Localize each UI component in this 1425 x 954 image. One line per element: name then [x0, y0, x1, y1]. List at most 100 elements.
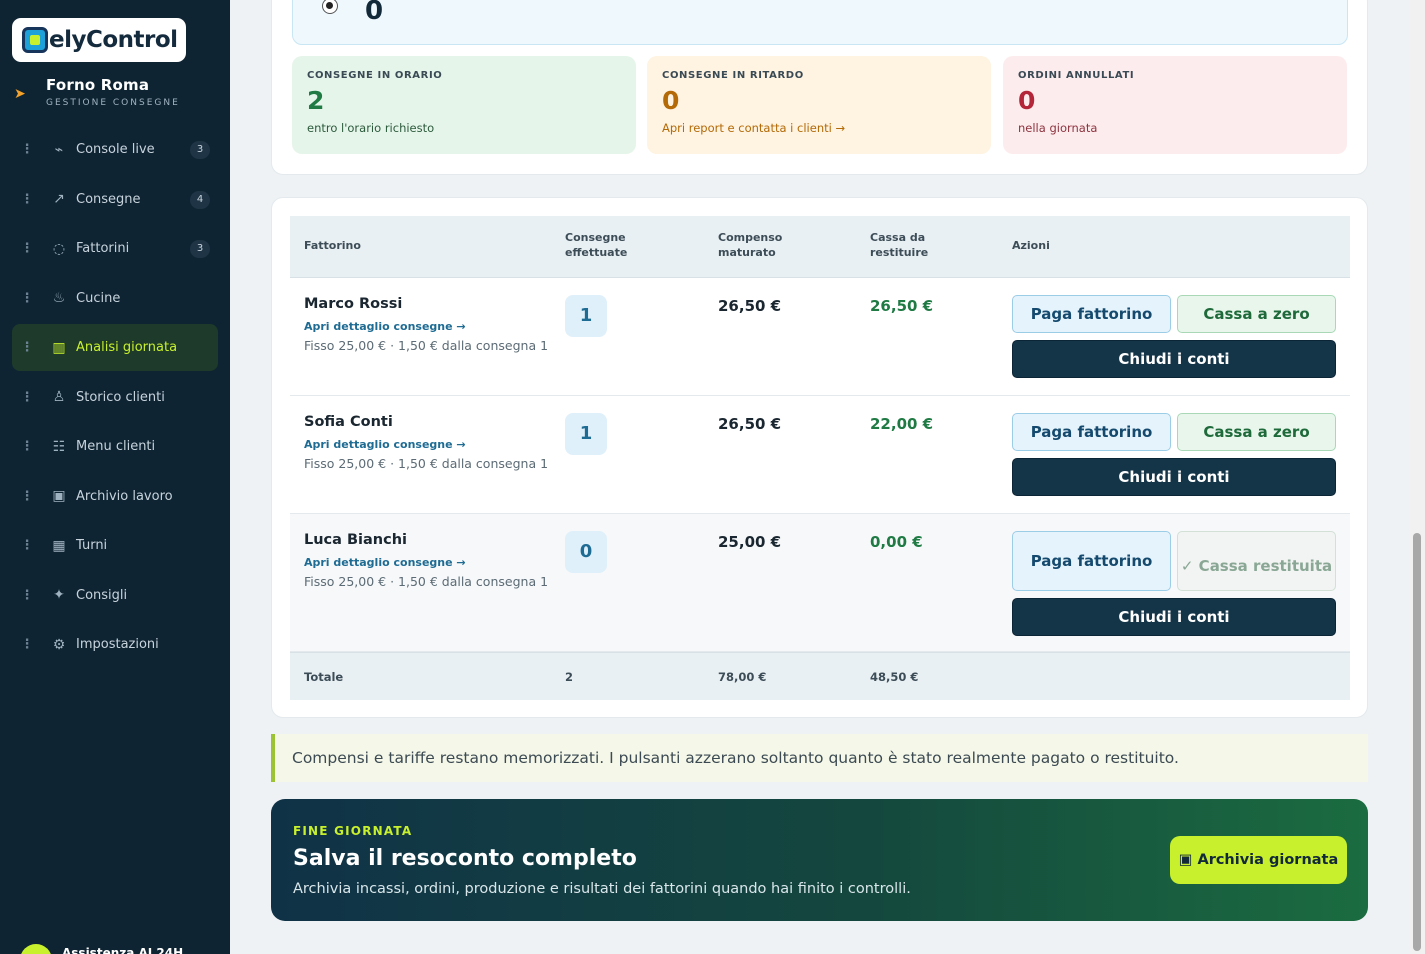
rider-name: Luca Bianchi — [304, 532, 408, 548]
sidebar-item-consigli[interactable]: ⋮ ✦ Consigli — [12, 572, 218, 619]
app-logo[interactable]: elyControl — [12, 18, 186, 62]
assistant-label: Assistenza AI 24H — [62, 946, 184, 954]
sidebar-item-archivio-lavoro[interactable]: ⋮ ▣ Archivio lavoro — [12, 473, 218, 520]
deliveries-count: 1 — [565, 295, 607, 337]
person-icon: ♙ — [52, 389, 66, 405]
assistant-avatar — [20, 944, 52, 954]
reset-cash-button[interactable]: Cassa a zero — [1177, 295, 1336, 333]
drag-handle-icon[interactable]: ⋮ — [12, 588, 42, 603]
close-accounts-button[interactable]: Chiudi i conti — [1012, 340, 1336, 378]
cash-value: 26,50 € — [870, 297, 934, 315]
drag-handle-icon[interactable]: ⋮ — [12, 241, 42, 256]
stat-value: 0 — [1018, 86, 1036, 115]
table-header: Fattorino Consegne effettuate Compenso m… — [290, 216, 1350, 278]
delivery-detail-link[interactable]: Apri dettaglio consegne → — [304, 438, 466, 451]
sidebar-item-storico-clienti[interactable]: ⋮ ♙ Storico clienti — [12, 374, 218, 421]
drag-handle-icon[interactable]: ⋮ — [12, 489, 42, 504]
total-compensation: 78,00 € — [718, 670, 767, 684]
stat-late: CONSEGNE IN RITARDO 0 Apri report e cont… — [647, 56, 991, 154]
drag-handle-icon[interactable]: ⋮ — [12, 637, 42, 652]
open-report-link[interactable]: Apri report e contatta i clienti → — [662, 121, 976, 135]
pay-rider-button[interactable]: Paga fattorino — [1012, 531, 1171, 591]
drag-handle-icon[interactable]: ⋮ — [12, 142, 42, 157]
total-deliveries: 2 — [565, 670, 574, 684]
drag-handle-icon[interactable]: ⋮ — [12, 390, 42, 405]
banner-title: Salva il resoconto completo — [293, 846, 637, 871]
sidebar-item-console-live[interactable]: ⋮ ⌁ Console live 3 — [12, 126, 218, 173]
sidebar: elyControl ➤ Forno Roma GESTIONE CONSEGN… — [0, 0, 230, 954]
sidebar-item-label: Archivio lavoro — [76, 488, 173, 504]
stat-cancelled: ORDINI ANNULLATI 0 nella giornata — [1003, 56, 1347, 154]
close-accounts-button[interactable]: Chiudi i conti — [1012, 598, 1336, 636]
columns-chart-icon: ▥ — [52, 339, 66, 356]
compensation-value: 26,50 € — [718, 415, 782, 433]
drag-handle-icon[interactable]: ⋮ — [12, 340, 42, 355]
sidebar-item-analisi-giornata[interactable]: ⋮ ▥ Analisi giornata — [12, 324, 218, 371]
cash-value: 0,00 € — [870, 533, 923, 551]
sidebar-item-turni[interactable]: ⋮ ▦ Turni — [12, 522, 218, 569]
sidebar-item-fattorini[interactable]: ⋮ ◌ Fattorini 3 — [12, 225, 218, 272]
rider-icon: ◌ — [52, 240, 66, 257]
close-accounts-button[interactable]: Chiudi i conti — [1012, 458, 1336, 496]
scrollbar-thumb[interactable] — [1413, 533, 1421, 951]
count-badge: 3 — [190, 141, 210, 159]
deliveries-count: 1 — [565, 413, 607, 455]
store-name: Forno Roma — [46, 76, 150, 94]
header-consegne: Consegne effettuate — [565, 231, 628, 259]
sidebar-item-label: Menu clienti — [76, 439, 156, 454]
logo-text: elyControl — [49, 27, 178, 53]
header-cassa: Cassa da restituire — [870, 231, 929, 259]
list-icon: ☷ — [52, 438, 66, 455]
compensation-value: 25,00 € — [718, 533, 782, 551]
stat-title: CONSEGNE IN RITARDO — [662, 70, 804, 81]
sidebar-item-label: Consigli — [76, 587, 128, 603]
reset-cash-button[interactable]: Cassa a zero — [1177, 413, 1336, 451]
fee-description: Fisso 25,00 € · 1,50 € dalla consegna 1 — [304, 338, 549, 353]
header-azioni: Azioni — [1012, 239, 1050, 252]
sidebar-item-consegne[interactable]: ⋮ ↗ Consegne 4 — [12, 176, 218, 223]
sidebar-item-impostazioni[interactable]: ⋮ ⚙ Impostazioni — [12, 621, 218, 668]
arrow-icon: ↗ — [53, 191, 65, 207]
filter-panel — [292, 0, 1348, 45]
stat-title: ORDINI ANNULLATI — [1018, 70, 1135, 81]
rider-name: Sofia Conti — [304, 414, 393, 430]
pay-rider-button[interactable]: Paga fattorino — [1012, 413, 1171, 451]
sidebar-item-label: Storico clienti — [76, 389, 165, 405]
delivery-detail-link[interactable]: Apri dettaglio consegne → — [304, 556, 466, 569]
stat-title: CONSEGNE IN ORARIO — [307, 70, 443, 81]
table-row: Sofia Conti Apri dettaglio consegne → Fi… — [290, 396, 1350, 514]
fee-description: Fisso 25,00 € · 1,50 € dalla consegna 1 — [304, 574, 549, 589]
count-badge: 4 — [190, 190, 210, 209]
fee-description: Fisso 25,00 € · 1,50 € dalla consegna 1 — [304, 456, 549, 471]
calendar-grid-icon: ▦ — [52, 537, 66, 554]
drag-handle-icon[interactable]: ⋮ — [12, 291, 42, 306]
table-row: Luca Bianchi Apri dettaglio consegne → F… — [290, 514, 1350, 652]
drag-handle-icon[interactable]: ⋮ — [12, 439, 42, 454]
delivery-detail-link[interactable]: Apri dettaglio consegne → — [304, 320, 466, 333]
banner-subtitle: Archivia incassi, ordini, produzione e r… — [293, 881, 911, 897]
stat-note: nella giornata — [1018, 121, 1098, 135]
sidebar-item-label: Analisi giornata — [76, 340, 178, 355]
sidebar-item-menu-clienti[interactable]: ⋮ ☷ Menu clienti — [12, 423, 218, 470]
header-compenso: Compenso maturato — [718, 231, 783, 259]
stat-value: 0 — [662, 86, 680, 115]
pulse-icon: ⌁ — [54, 141, 64, 158]
table-total-row: Totale 2 78,00 € 48,50 € — [290, 652, 1350, 700]
compensation-value: 26,50 € — [718, 297, 782, 315]
store-subtitle: GESTIONE CONSEGNE — [46, 98, 180, 108]
drag-handle-icon[interactable]: ⋮ — [12, 192, 42, 207]
pay-rider-button[interactable]: Paga fattorino — [1012, 295, 1171, 333]
archive-icon: ▣ — [52, 488, 66, 504]
sidebar-item-cucine[interactable]: ⋮ ♨ Cucine — [12, 275, 218, 322]
info-note: Compensi e tariffe restano memorizzati. … — [271, 734, 1368, 782]
archive-day-button[interactable]: ▣ Archivia giornata — [1170, 836, 1347, 884]
deliveries-count: 0 — [565, 531, 607, 573]
sidebar-item-label: Impostazioni — [76, 637, 159, 652]
ai-assistant-button[interactable]: Assistenza AI 24H — [20, 944, 183, 954]
store-switcher[interactable]: ➤ Forno Roma GESTIONE CONSEGNE — [14, 76, 180, 108]
drag-handle-icon[interactable]: ⋮ — [12, 538, 42, 553]
cash-returned-status: ✓ Cassa restituita — [1177, 531, 1336, 591]
sparkle-icon: ✦ — [53, 587, 65, 603]
total-label: Totale — [304, 670, 344, 684]
store-pin-icon: ➤ — [14, 86, 26, 102]
